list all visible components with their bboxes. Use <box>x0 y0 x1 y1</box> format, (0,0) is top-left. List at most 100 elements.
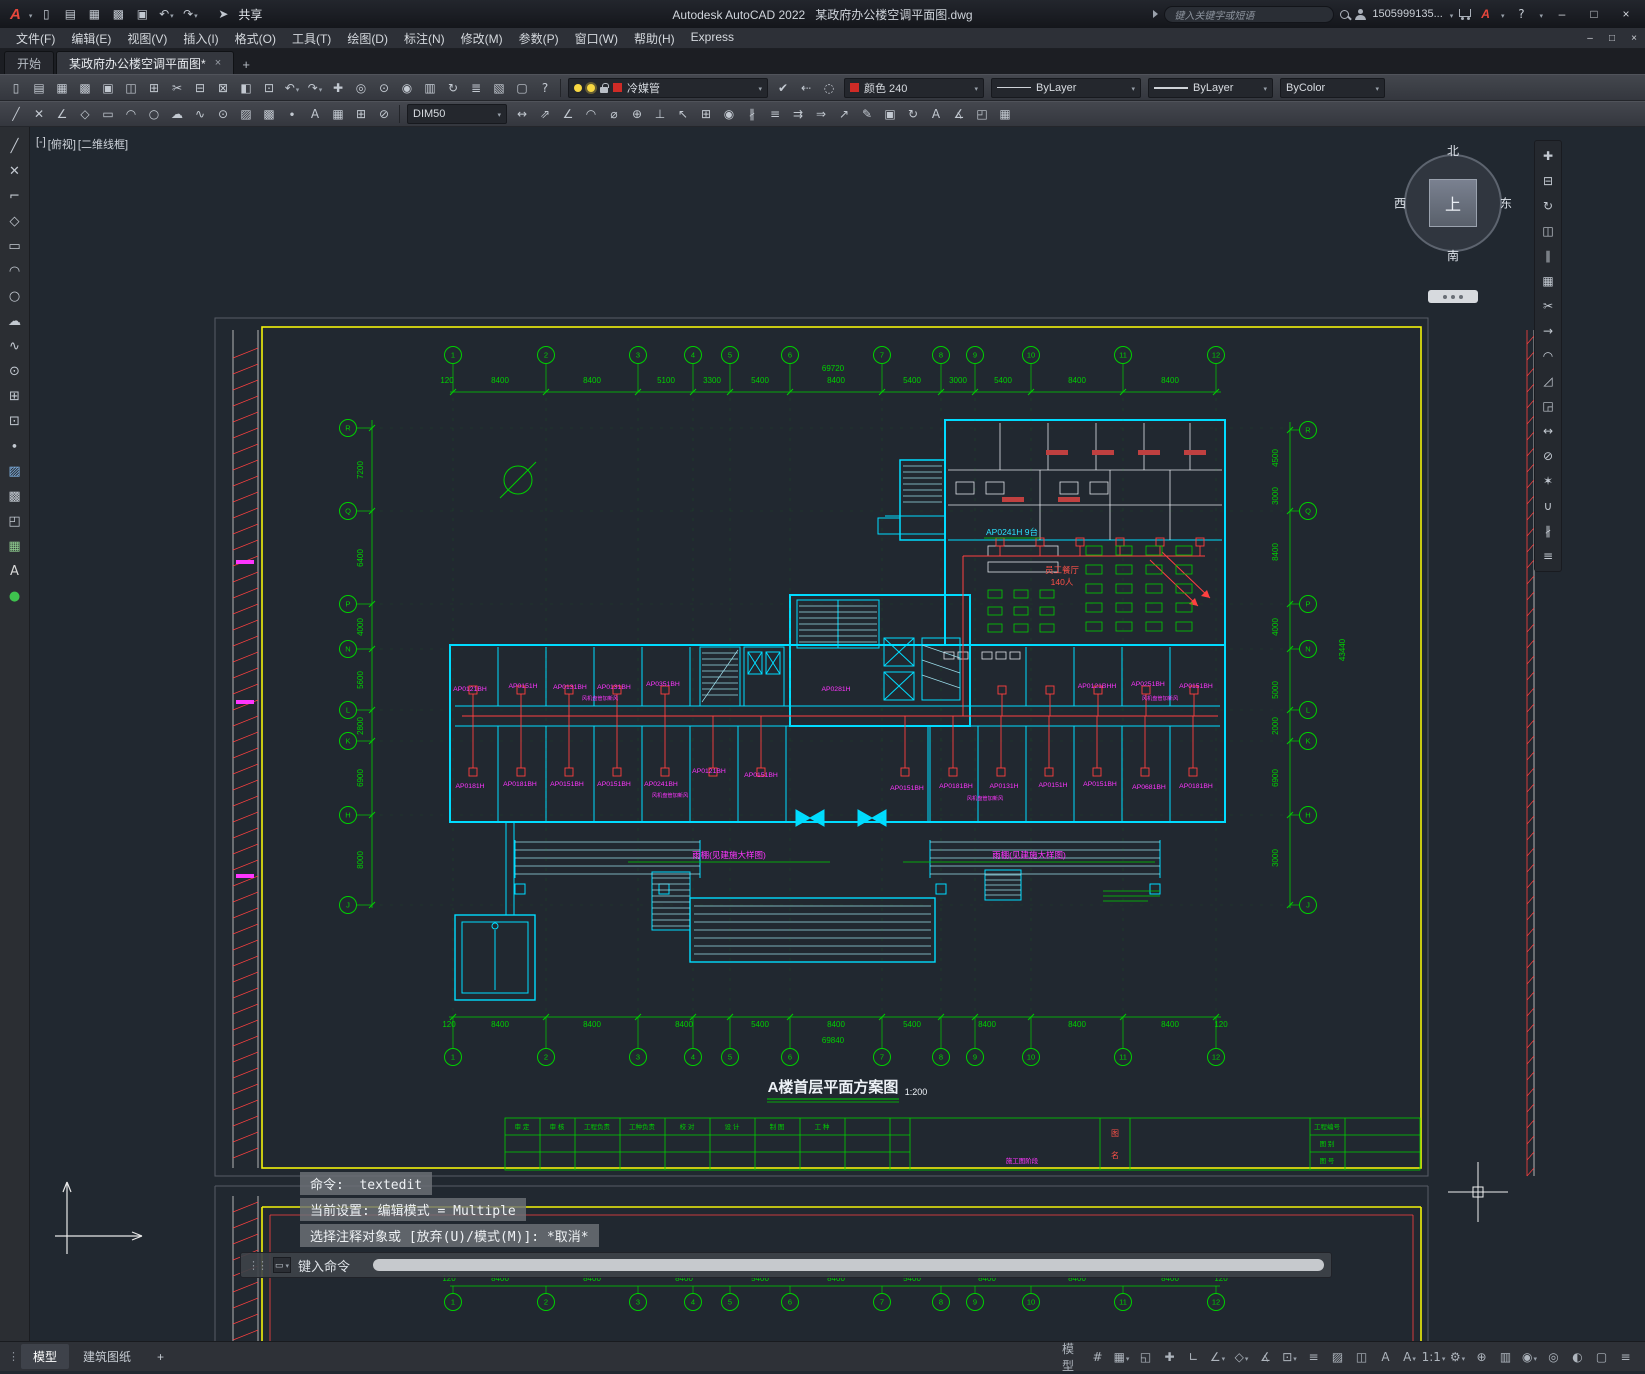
menu-format[interactable]: 格式(O) <box>227 28 284 49</box>
table-icon[interactable]: ▦ <box>3 535 27 557</box>
user-id[interactable]: 1505999135... <box>1372 8 1442 20</box>
hatch-icon[interactable]: ▨ <box>3 460 27 482</box>
command-options-icon[interactable]: ▭ <box>273 1257 291 1273</box>
xline-icon[interactable]: ✕ <box>3 160 27 182</box>
minimize-button[interactable]: – <box>1549 4 1575 24</box>
dim-aligned-icon[interactable]: ⇗ <box>534 104 556 124</box>
customization-icon[interactable]: ≡ <box>1614 1347 1637 1367</box>
join-icon[interactable]: ∪ <box>1536 495 1560 517</box>
dim-arc-icon[interactable]: ◠ <box>580 104 602 124</box>
clean-screen-icon[interactable]: ▢ <box>1590 1347 1613 1367</box>
table-icon[interactable]: ▦ <box>327 104 349 124</box>
annotation-visibility-icon[interactable]: A <box>1374 1347 1397 1367</box>
linetype-dropdown[interactable]: ByLayer <box>991 78 1141 98</box>
new-file-icon[interactable]: ▯ <box>5 78 27 98</box>
menu-insert[interactable]: 插入(I) <box>175 28 226 49</box>
text-style-icon[interactable]: A <box>925 104 947 124</box>
rectangle-icon[interactable]: ▭ <box>3 235 27 257</box>
dim-center-icon[interactable]: ◉ <box>718 104 740 124</box>
menu-dimension[interactable]: 标注(N) <box>396 28 453 49</box>
mtext-icon[interactable]: A <box>3 560 27 582</box>
dim-update-icon[interactable]: ↻ <box>902 104 924 124</box>
infer-constraints-icon[interactable]: ◱ <box>1134 1347 1157 1367</box>
render-ball-icon[interactable]: ● <box>3 585 27 607</box>
polyline-icon[interactable]: ⌐ <box>3 185 27 207</box>
dim-space-icon[interactable]: ≡ <box>764 104 786 124</box>
dimstyle-dropdown-caret[interactable] <box>496 108 501 120</box>
dim-edit-icon[interactable]: ✎ <box>856 104 878 124</box>
view-cube-top-face[interactable]: 上 <box>1429 179 1477 227</box>
add-layout-button[interactable]: + <box>145 1346 176 1368</box>
dim-ordinate-icon[interactable]: ⊥ <box>649 104 671 124</box>
layer-previous-icon[interactable]: ⇠ <box>795 78 817 98</box>
compass-north[interactable]: 北 <box>1447 142 1459 159</box>
spline-icon[interactable]: ∿ <box>3 335 27 357</box>
doc-minimize-button[interactable]: – <box>1579 29 1601 47</box>
menu-modify[interactable]: 修改(M) <box>453 28 511 49</box>
revcloud-icon[interactable]: ☁ <box>3 310 27 332</box>
match-properties-icon[interactable]: ◧ <box>235 78 257 98</box>
save-icon[interactable]: ▦ <box>83 4 105 24</box>
menu-draw[interactable]: 绘图(D) <box>339 28 396 49</box>
break-icon[interactable]: ∦ <box>1536 520 1560 542</box>
circle-icon[interactable]: ○ <box>3 285 27 307</box>
share-button[interactable]: ➤ 共享 <box>212 4 262 24</box>
plot-icon[interactable]: ▣ <box>131 4 153 24</box>
regen-icon[interactable]: ↻ <box>442 78 464 98</box>
layer-thaw-icon[interactable] <box>587 84 595 92</box>
selection-cycling-icon[interactable]: ◫ <box>1350 1347 1373 1367</box>
copy-icon[interactable]: ⊟ <box>1536 170 1560 192</box>
menu-window[interactable]: 窗口(W) <box>567 28 626 49</box>
dim-break-icon[interactable]: ∦ <box>741 104 763 124</box>
snap-icon[interactable]: ▦ <box>1110 1347 1133 1367</box>
command-line[interactable]: ▭ 键入命令 <box>240 1252 1332 1278</box>
mirror-icon[interactable]: ◫ <box>1536 220 1560 242</box>
dim-diameter-icon[interactable]: ⊕ <box>626 104 648 124</box>
mtext-icon[interactable]: A <box>304 104 326 124</box>
point-icon[interactable]: ∙ <box>3 435 27 457</box>
gradient-icon[interactable]: ▩ <box>258 104 280 124</box>
plotstyle-dropdown[interactable]: ByColor <box>1280 78 1385 98</box>
autoscale-icon[interactable]: A <box>1398 1347 1421 1367</box>
search-input[interactable]: 键入关键字或短语 <box>1164 6 1334 23</box>
named-views-icon[interactable]: ▥ <box>419 78 441 98</box>
new-tab-button[interactable]: + <box>236 54 256 74</box>
rotate-icon[interactable]: ↻ <box>1536 195 1560 217</box>
layer-isolate-icon[interactable]: ◌ <box>818 78 840 98</box>
layer-states-icon[interactable]: ▧ <box>488 78 510 98</box>
rectangle-icon[interactable]: ▭ <box>97 104 119 124</box>
copy-clip-icon[interactable]: ⊟ <box>189 78 211 98</box>
point-icon[interactable]: ∙ <box>281 104 303 124</box>
properties-palette-icon[interactable]: ▢ <box>511 78 533 98</box>
save-icon[interactable]: ▦ <box>51 78 73 98</box>
publish-icon[interactable]: ⊞ <box>143 78 165 98</box>
model-space-canvas[interactable] <box>30 127 1645 1341</box>
user-menu-caret[interactable] <box>1449 5 1454 23</box>
region-icon[interactable]: ◰ <box>971 104 993 124</box>
color-dropdown[interactable]: 颜色 240 <box>844 78 984 98</box>
horizontal-scrollbar[interactable] <box>373 1259 1324 1271</box>
linetype-dropdown-caret[interactable] <box>1130 82 1135 94</box>
workspace-icon[interactable]: ⚙ <box>1446 1347 1469 1367</box>
app-menu-caret[interactable] <box>28 5 33 23</box>
zoom-realtime-icon[interactable]: ◎ <box>350 78 372 98</box>
viewport-view-control[interactable]: [俯视] <box>48 136 76 152</box>
ortho-icon[interactable]: ∟ <box>1182 1347 1205 1367</box>
insert-block-icon[interactable]: ⊞ <box>350 104 372 124</box>
viewport-visual-style-control[interactable]: [二维线框] <box>78 136 128 152</box>
infocenter-expand-icon[interactable] <box>1153 10 1158 18</box>
osnap-icon[interactable]: ⊡ <box>1278 1347 1301 1367</box>
dim-linear-icon[interactable]: ↔ <box>511 104 533 124</box>
pan-icon[interactable]: ✚ <box>327 78 349 98</box>
redo-icon[interactable]: ↷ <box>179 4 201 24</box>
layer-unlock-icon[interactable] <box>600 87 608 93</box>
lock-ui-icon[interactable]: ◉ <box>1518 1347 1541 1367</box>
erase-icon[interactable]: ⊘ <box>1536 445 1560 467</box>
insert-block-icon[interactable]: ⊞ <box>3 385 27 407</box>
undo-icon[interactable]: ↶ <box>155 4 177 24</box>
menu-parametric[interactable]: 参数(P) <box>511 28 567 49</box>
dynamic-input-icon[interactable]: ✚ <box>1158 1347 1181 1367</box>
hatch-icon[interactable]: ▨ <box>235 104 257 124</box>
polygon-icon[interactable]: ◇ <box>74 104 96 124</box>
view-cube[interactable]: 上 北 南 西 东 <box>1392 142 1514 264</box>
